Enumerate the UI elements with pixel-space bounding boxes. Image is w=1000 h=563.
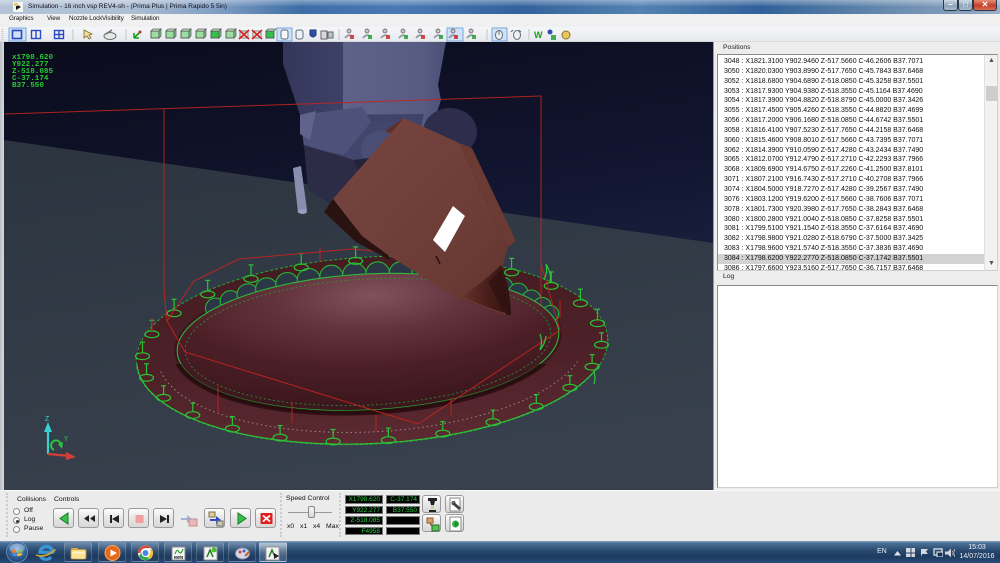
svg-text:2016: 2016 xyxy=(175,556,183,560)
svg-text:B37.550: B37.550 xyxy=(12,82,44,90)
svg-text:W: W xyxy=(534,30,543,40)
svg-text:Z: Z xyxy=(45,416,49,424)
